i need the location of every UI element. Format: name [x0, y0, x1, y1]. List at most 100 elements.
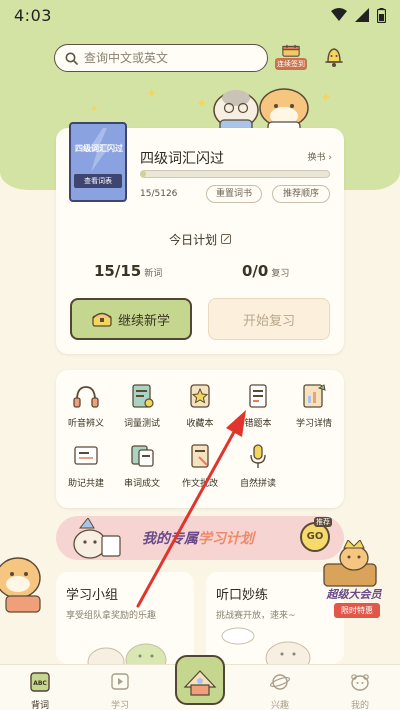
tab-interest[interactable]: 兴趣 — [250, 671, 310, 710]
progress-total: /5126 — [151, 189, 178, 199]
hamster-side-illustration — [0, 557, 41, 613]
sparkle-icon: ✦ — [146, 86, 158, 102]
tool-listening[interactable]: 听音辨义 — [58, 382, 114, 429]
wrong-book-icon — [249, 384, 267, 408]
planet-icon — [269, 674, 291, 690]
video-book-icon — [111, 673, 129, 690]
book-cover-title: 四级词汇闪过 — [75, 144, 123, 153]
star-icon — [190, 384, 210, 408]
tool-vocab-test[interactable]: 词量测试 — [114, 382, 170, 429]
book-cover[interactable]: 四级词汇闪过 查看词表 — [69, 122, 127, 202]
daily-plan-heading[interactable]: 今日计划 — [56, 231, 344, 248]
tool-compose[interactable]: 串词成文 — [114, 442, 170, 489]
start-review-button[interactable]: 开始复习 — [208, 298, 330, 340]
tab-profile[interactable]: 我的 — [330, 671, 390, 710]
status-bar: 4:03 — [0, 0, 400, 30]
center-feature-button[interactable] — [175, 655, 225, 705]
vip-hamster-illustration — [323, 539, 377, 587]
study-group-title: 学习小组 — [66, 588, 119, 603]
listening-illustration — [221, 627, 311, 664]
vip-promo[interactable]: 超级大会员 限时特惠 — [318, 539, 398, 622]
tool-favorites[interactable]: 收藏本 — [172, 382, 228, 429]
tool-study-details[interactable]: 学习详情 — [286, 382, 342, 429]
continue-learning-button[interactable]: 继续新学 — [70, 298, 192, 340]
tab-study[interactable]: 学习 — [90, 671, 150, 710]
switch-book-label: 换书 — [307, 153, 326, 163]
tool-label: 自然拼读 — [239, 479, 276, 489]
tool-label: 收藏本 — [186, 419, 214, 429]
switch-book-link[interactable]: 换书 › — [308, 150, 333, 163]
tool-phonics[interactable]: 自然拼读 — [230, 442, 286, 489]
progress-count: 15/5126 — [140, 189, 177, 199]
headphones-icon — [73, 386, 99, 408]
progress-current: 15 — [140, 189, 152, 199]
study-group-illustration — [87, 643, 167, 664]
study-group-card[interactable]: 学习小组 享受组队拿奖励的乐趣 — [56, 572, 194, 664]
battery-icon — [377, 7, 386, 23]
tab-label: 背词 — [30, 701, 49, 710]
listening-subtitle: 挑战赛开放，速来~ — [216, 611, 296, 621]
status-time: 4:03 — [14, 5, 52, 25]
view-wordlist-button[interactable]: 查看词表 — [74, 174, 122, 188]
tool-label: 错题本 — [244, 419, 272, 429]
tab-label: 兴趣 — [270, 701, 289, 710]
bottom-tab-bar: ABC 背词 学习 兴趣 我的 — [0, 655, 400, 710]
tool-label: 串词成文 — [123, 479, 160, 489]
svg-text:ABC: ABC — [33, 680, 47, 687]
room-icon — [183, 670, 217, 696]
hamster-face-icon — [351, 674, 369, 691]
tool-wrong-book[interactable]: 错题本 — [230, 382, 286, 429]
checkin-label: 连续签到 — [275, 58, 307, 70]
new-words-value: 15/15 — [94, 262, 142, 280]
search-icon — [65, 52, 78, 65]
book-title: 四级词汇闪过 — [140, 151, 224, 167]
vocab-test-icon — [132, 384, 154, 408]
tool-label: 助记共建 — [67, 479, 104, 489]
tab-memorize[interactable]: ABC 背词 — [10, 671, 70, 710]
tab-label: 我的 — [350, 701, 369, 710]
search-bar[interactable] — [54, 44, 268, 72]
reset-book-button[interactable]: 重置词书 — [206, 185, 262, 203]
listening-title: 听口妙练 — [216, 588, 269, 603]
study-plan-banner[interactable]: 我的专属学习计划 GO 推荐 — [56, 516, 344, 560]
tools-grid: 听音辨义 词量测试 收藏本 错题本 学习详情 助记共建 串词成文 作文批改 自然… — [56, 370, 344, 508]
system-icons — [331, 7, 386, 23]
tool-label: 词量测试 — [123, 419, 160, 429]
sparkle-icon: ✦ — [90, 104, 99, 115]
banner-text: 我的专属学习计划 — [142, 528, 254, 548]
bell-icon — [325, 48, 343, 67]
new-words-stat: 15/15 新词 — [94, 262, 162, 280]
book-progress-bar — [140, 170, 330, 178]
abc-book-icon: ABC — [30, 672, 50, 692]
notification-button[interactable] — [320, 44, 348, 70]
book-card: 四级词汇闪过 查看词表 四级词汇闪过 换书 › 15/5126 重置词书 推荐顺… — [56, 122, 344, 354]
recommended-order-button[interactable]: 推荐顺序 — [272, 185, 330, 203]
banner-text-accent: 学习计划 — [198, 531, 254, 547]
compose-icon — [131, 445, 154, 467]
sparkle-icon: ✦ — [320, 90, 332, 106]
tab-label: 学习 — [110, 701, 129, 710]
chevron-right-icon: › — [328, 153, 332, 163]
essay-icon — [191, 444, 209, 468]
calendar-icon — [282, 44, 300, 57]
edit-icon — [220, 234, 231, 244]
review-value: 0/0 — [242, 262, 269, 280]
tool-mnemonic[interactable]: 助记共建 — [58, 442, 114, 489]
hamster-reading-illustration — [73, 518, 121, 559]
signal-icon — [355, 8, 369, 22]
new-words-label: 新词 — [144, 269, 163, 279]
continue-learning-label: 继续新学 — [117, 313, 170, 329]
chart-icon — [303, 384, 326, 408]
vip-label: 超级大会员 — [326, 588, 382, 601]
search-input[interactable] — [84, 51, 254, 65]
tool-label: 作文批改 — [181, 479, 218, 489]
banner-text-main: 我的专属 — [142, 531, 198, 547]
wifi-icon — [331, 8, 347, 21]
daily-plan-title: 今日计划 — [169, 233, 218, 247]
review-stat: 0/0 复习 — [242, 262, 289, 280]
microphone-icon — [250, 444, 266, 468]
mnemonic-icon — [74, 446, 98, 465]
vip-sale-badge: 限时特惠 — [334, 603, 380, 618]
checkin-button[interactable]: 连续签到 — [274, 44, 308, 70]
tool-essay-correction[interactable]: 作文批改 — [172, 442, 228, 489]
